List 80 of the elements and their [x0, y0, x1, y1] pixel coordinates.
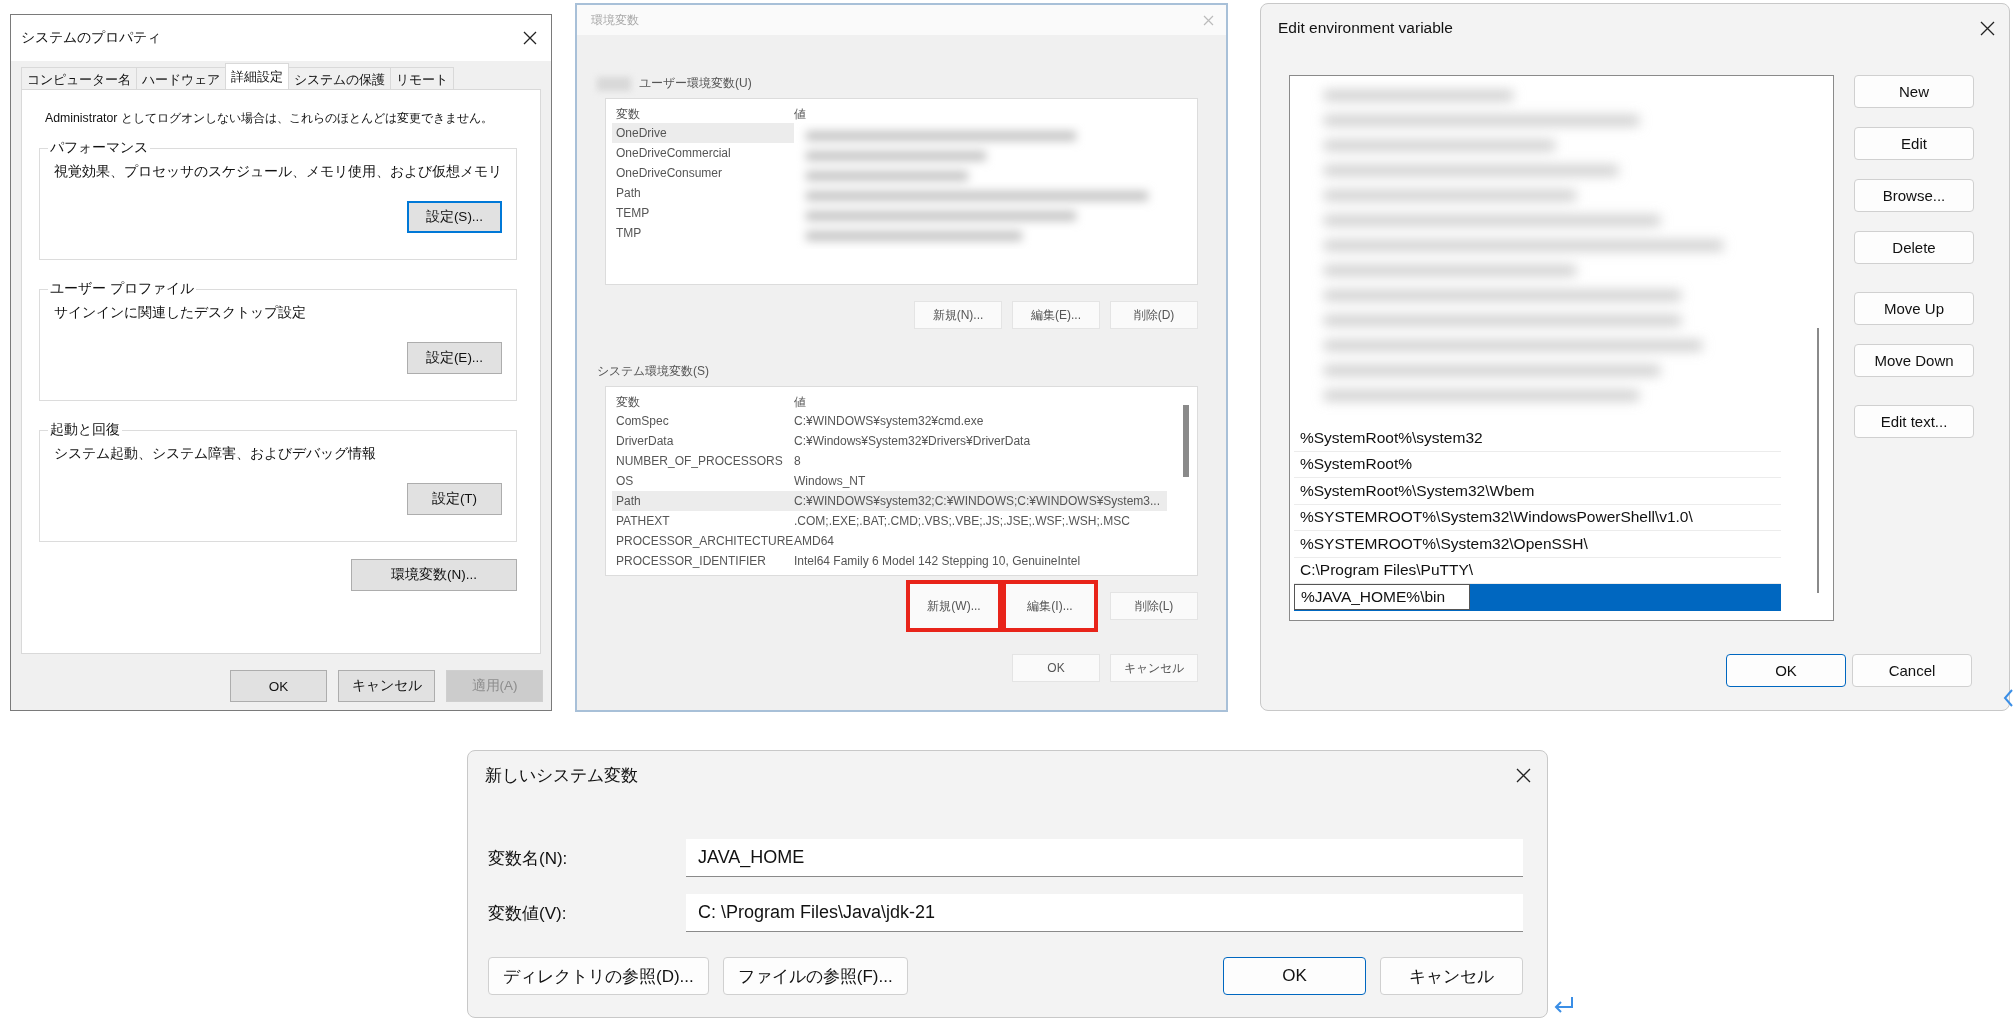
list-button[interactable]: 新規(W)... — [906, 580, 1002, 632]
list-button[interactable]: 削除(D) — [1110, 301, 1198, 329]
variable-row[interactable]: Path — [612, 183, 794, 203]
dialog-button[interactable]: OK — [1726, 654, 1846, 687]
close-icon[interactable] — [523, 31, 537, 45]
window-title: Edit environment variable — [1278, 19, 1453, 37]
window-title: 新しいシステム変数 — [485, 764, 638, 787]
column-header: 値 — [794, 393, 807, 411]
variable-row[interactable]: OneDriveCommercial — [612, 143, 794, 163]
folder-reference-button[interactable]: ディレクトリの参照(D)... — [488, 957, 709, 995]
tab[interactable]: リモート — [390, 67, 454, 89]
dialog-button[interactable]: OK — [230, 670, 327, 702]
input-field[interactable]: JAVA_HOME — [686, 839, 1523, 877]
variable-row[interactable]: Path C:¥WINDOWS¥system32;C:¥WINDOWS;C:¥WINDOWS¥System3... — [612, 491, 1167, 511]
group-description: サインインに関連したデスクトップ設定 — [54, 304, 307, 322]
window-title: システムのプロパティ — [21, 29, 161, 47]
window-title: 環境変数 — [591, 11, 639, 29]
group-description: システム起動、システム障害、およびデバッグ情報 — [54, 445, 377, 463]
close-icon[interactable] — [1980, 20, 1995, 36]
dialog-button[interactable]: キャンセル — [338, 670, 435, 702]
variable-row[interactable]: TMP — [612, 223, 794, 243]
file-reference-button[interactable]: ファイルの参照(F)... — [722, 957, 908, 995]
action-button[interactable]: Move Up — [1854, 292, 1974, 325]
list-button[interactable]: 削除(L) — [1110, 592, 1198, 620]
path-entry[interactable]: %SystemRoot% — [1294, 451, 1781, 478]
path-entry[interactable]: %SYSTEMROOT%\System32\WindowsPowerShell\v1.0\ — [1294, 504, 1781, 531]
column-header: 変数 — [616, 105, 641, 123]
action-button[interactable]: Move Down — [1854, 344, 1974, 377]
settings-button[interactable]: 設定(S)... — [407, 201, 502, 233]
list-button[interactable]: 編集(I)... — [1002, 580, 1098, 632]
dialog-button[interactable]: OK — [1012, 654, 1100, 682]
field-label: 変数名(N): — [488, 847, 569, 870]
variable-row[interactable]: OneDriveConsumer — [612, 163, 794, 183]
tab[interactable]: ハードウェア — [136, 67, 226, 89]
variable-row[interactable]: PROCESSOR_IDENTIFIER Intel64 Family 6 Model 142 Stepping 10, GenuineIntel — [612, 551, 1167, 571]
list-button[interactable]: 編集(E)... — [1012, 301, 1100, 329]
group-title: ユーザー プロファイル — [49, 280, 195, 298]
dialog-button[interactable]: Cancel — [1852, 654, 1972, 687]
entry-edit-field[interactable]: %JAVA_HOME%\bin — [1294, 584, 1470, 611]
selected-entry[interactable]: %JAVA_HOME%\bin — [1294, 584, 1781, 611]
environment-variables-button[interactable]: 環境変数(N)... — [351, 559, 517, 591]
column-header: 値 — [794, 105, 807, 123]
tab[interactable]: コンピューター名 — [21, 67, 137, 89]
return-arrow-icon — [1553, 996, 1575, 1014]
variable-row[interactable]: TEMP — [612, 203, 794, 223]
variable-row[interactable]: OneDrive — [612, 123, 794, 143]
settings-button[interactable]: 設定(T) — [407, 483, 502, 515]
settings-button[interactable]: 設定(E)... — [407, 342, 502, 374]
tab[interactable]: システムの保護 — [288, 67, 391, 89]
path-entry[interactable]: %SYSTEMROOT%\System32\OpenSSH\ — [1294, 531, 1781, 558]
notice-text: Administrator としてログオンしない場合は、これらのほとんどは変更できません。 — [45, 110, 493, 127]
action-button[interactable]: Edit text... — [1854, 405, 1974, 438]
input-field[interactable]: C: \Program Files\Java\jdk-21 — [686, 894, 1523, 932]
column-header: 変数 — [616, 393, 641, 411]
section-label: ユーザー環境変数(U) — [639, 75, 752, 92]
action-button[interactable]: Edit — [1854, 127, 1974, 160]
variable-row[interactable]: ComSpec C:¥WINDOWS¥system32¥cmd.exe — [612, 411, 1167, 431]
group-description: 視覚効果、プロセッサのスケジュール、メモリ使用、および仮想メモリ — [54, 163, 502, 181]
path-entry[interactable]: %SystemRoot%\System32\Wbem — [1294, 478, 1781, 505]
field-label: 変数値(V): — [488, 902, 568, 925]
scrollbar[interactable] — [1817, 328, 1819, 593]
variable-row[interactable]: OS Windows_NT — [612, 471, 1167, 491]
variable-row[interactable]: NUMBER_OF_PROCESSORS 8 — [612, 451, 1167, 471]
variable-row[interactable]: PATHEXT .COM;.EXE;.BAT;.CMD;.VBS;.VBE;.JS;.JSE;.WSF;.WSH;.MSC — [612, 511, 1167, 531]
dialog-button[interactable]: キャンセル — [1110, 654, 1198, 682]
variable-row[interactable]: PROCESSOR_ARCHITECTUREAMD64 — [612, 531, 1167, 551]
dialog-button[interactable]: キャンセル — [1380, 957, 1523, 995]
section-label: システム環境変数(S) — [597, 363, 709, 380]
tab[interactable]: 詳細設定 — [225, 63, 289, 89]
close-icon[interactable] — [1516, 767, 1531, 783]
scrollbar[interactable] — [1183, 405, 1189, 477]
variable-row[interactable]: DriverData C:¥Windows¥System32¥Drivers¥DriverData — [612, 431, 1167, 451]
path-entry[interactable]: %SystemRoot%\system32 — [1294, 425, 1781, 452]
action-button[interactable]: Browse... — [1854, 179, 1974, 212]
action-button[interactable]: Delete — [1854, 231, 1974, 264]
dialog-button[interactable]: OK — [1223, 957, 1366, 995]
group-title: パフォーマンス — [49, 139, 149, 157]
list-button[interactable]: 新規(N)... — [914, 301, 1002, 329]
group-title: 起動と回復 — [49, 421, 121, 439]
action-button[interactable]: New — [1854, 75, 1974, 108]
